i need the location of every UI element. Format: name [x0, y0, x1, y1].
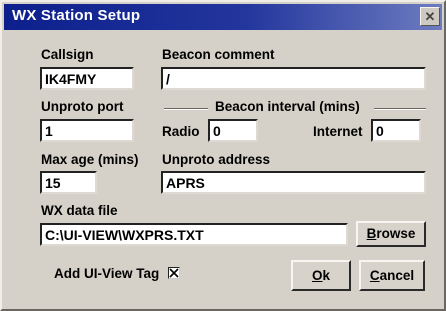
unproto-port-label: Unproto port [41, 99, 124, 114]
internet-interval-input[interactable]: 0 [371, 119, 421, 142]
title-bar[interactable]: WX Station Setup ✕ [4, 4, 442, 30]
beacon-interval-rule-right [374, 108, 426, 110]
cancel-button[interactable]: Cancel [359, 260, 425, 291]
beacon-interval-rule-left [164, 108, 208, 110]
wx-data-file-input[interactable]: C:\UI-VIEW\WXPRS.TXT [40, 223, 348, 246]
internet-interval-label: Internet [313, 124, 363, 139]
max-age-label: Max age (mins) [41, 152, 139, 167]
add-tag-checkbox[interactable] [168, 267, 180, 279]
browse-button[interactable]: Browse [356, 221, 426, 247]
close-button[interactable]: ✕ [420, 7, 440, 26]
ok-button-mnemonic: O [311, 268, 323, 283]
callsign-label: Callsign [41, 47, 94, 62]
ok-button[interactable]: Ok [291, 260, 351, 291]
beacon-comment-input[interactable]: / [161, 67, 426, 90]
check-icon [169, 268, 179, 278]
beacon-interval-label: Beacon interval (mins) [215, 99, 360, 114]
close-icon: ✕ [424, 9, 436, 24]
wx-data-file-label: WX data file [41, 203, 118, 218]
radio-interval-label: Radio [162, 124, 200, 139]
unproto-address-label: Unproto address [162, 152, 271, 167]
wx-station-setup-dialog: WX Station Setup ✕ Callsign IK4FMY Beaco… [0, 0, 446, 311]
browse-button-mnemonic: B [366, 226, 377, 241]
radio-interval-input[interactable]: 0 [208, 119, 258, 142]
window-title: WX Station Setup [12, 7, 141, 24]
unproto-port-input[interactable]: 1 [40, 119, 134, 142]
callsign-input[interactable]: IK4FMY [40, 67, 134, 90]
beacon-comment-label: Beacon comment [162, 47, 275, 62]
unproto-address-input[interactable]: APRS [161, 171, 426, 194]
add-tag-label: Add UI-View Tag [54, 266, 160, 281]
cancel-button-label: ancel [379, 268, 415, 283]
browse-button-label: rowse [376, 226, 416, 241]
cancel-button-mnemonic: C [369, 268, 380, 283]
max-age-input[interactable]: 15 [40, 171, 97, 194]
ok-button-label: k [322, 268, 331, 283]
